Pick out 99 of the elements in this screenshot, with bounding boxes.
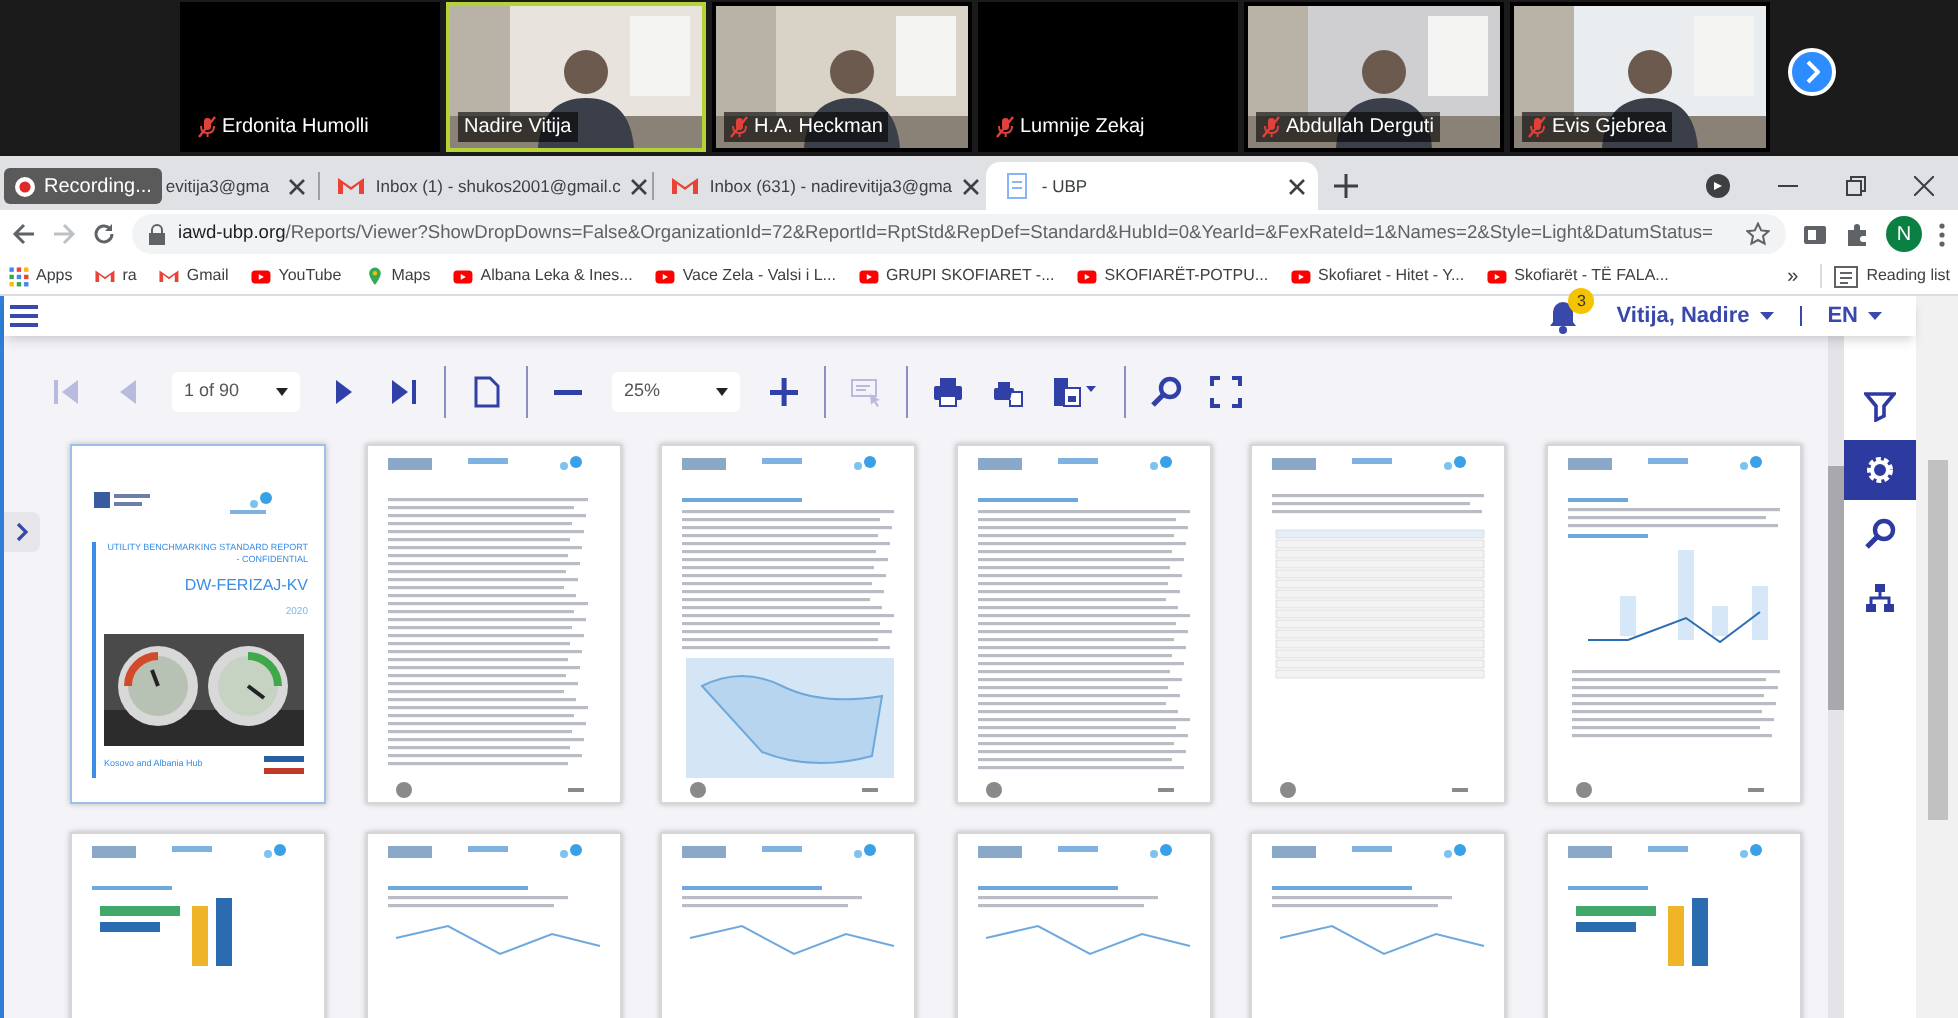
bookmark[interactable]: Vace Zela - Valsi i L... bbox=[654, 264, 836, 288]
play-icon bbox=[654, 265, 677, 287]
bookmark[interactable]: SKOFIARËT-POTPU... bbox=[1076, 264, 1269, 288]
mail-icon bbox=[669, 172, 700, 200]
bookmark[interactable]: Skofiaret - Hitet - Y... bbox=[1290, 264, 1465, 288]
expand-panel-button[interactable] bbox=[4, 512, 40, 552]
close-icon[interactable] bbox=[1287, 177, 1306, 195]
lock-icon bbox=[148, 223, 166, 245]
more-icon[interactable] bbox=[1938, 221, 1946, 247]
video-tile[interactable]: Evis Gjebrea bbox=[1510, 2, 1770, 152]
menu-icon[interactable] bbox=[10, 304, 38, 328]
list-icon bbox=[1834, 265, 1859, 287]
close-icon[interactable] bbox=[630, 177, 649, 195]
new-tab-icon[interactable] bbox=[1333, 174, 1358, 198]
maximize-icon[interactable] bbox=[1846, 176, 1866, 196]
back-icon[interactable] bbox=[12, 222, 36, 246]
video-tile[interactable]: H.A. Heckman bbox=[712, 2, 972, 152]
bookmark[interactable]: Skofiarët - TË FALA... bbox=[1486, 264, 1669, 288]
settings-tab[interactable] bbox=[1844, 440, 1916, 500]
settings-icon bbox=[1864, 454, 1896, 486]
first-page-icon bbox=[52, 376, 84, 408]
play-icon bbox=[1486, 265, 1509, 287]
minus-icon bbox=[552, 389, 584, 395]
tab-title: evitija3@gma bbox=[165, 173, 272, 199]
video-tile[interactable]: Lumnije Zekaj bbox=[978, 2, 1238, 152]
mail-icon bbox=[335, 172, 366, 200]
play-icon bbox=[452, 265, 475, 287]
scrollbar-thumb[interactable] bbox=[1927, 460, 1947, 820]
printer-page-icon bbox=[992, 376, 1024, 408]
grid-icon bbox=[8, 265, 30, 287]
bell-icon bbox=[1548, 300, 1579, 334]
filter-icon bbox=[1864, 390, 1896, 422]
bookmark[interactable]: YouTube bbox=[250, 264, 342, 288]
reload-icon[interactable] bbox=[92, 222, 116, 246]
page-icon bbox=[470, 376, 502, 408]
participant-name: Evis Gjebrea bbox=[1552, 114, 1667, 140]
scrollbar-thumb[interactable] bbox=[1828, 466, 1844, 710]
star-icon[interactable] bbox=[1746, 222, 1770, 246]
puzzle-icon[interactable] bbox=[1844, 221, 1870, 247]
tab-title: Inbox (631) - nadirevitija3@gma bbox=[709, 173, 952, 199]
bookmark[interactable]: GRUPI SKOFIARET -... bbox=[857, 264, 1055, 288]
bookmark[interactable]: Gmail bbox=[158, 264, 229, 288]
bookmark[interactable]: Maps bbox=[363, 264, 431, 288]
cursor-select-icon bbox=[850, 376, 882, 408]
participant-name: Lumnije Zekaj bbox=[1020, 114, 1145, 140]
profile-avatar[interactable]: N bbox=[1886, 216, 1922, 252]
play-icon bbox=[1076, 265, 1099, 287]
search-icon bbox=[1150, 376, 1182, 408]
mail-icon bbox=[158, 265, 181, 287]
close-icon[interactable] bbox=[1914, 176, 1934, 196]
participant-name: H.A. Heckman bbox=[754, 114, 883, 140]
caret-icon bbox=[1759, 312, 1774, 320]
printer-icon bbox=[932, 376, 964, 408]
video-tile[interactable]: Nadire Vitija bbox=[446, 2, 706, 152]
play-icon bbox=[857, 265, 880, 287]
hierarchy-icon bbox=[1864, 582, 1896, 614]
map-pin-icon bbox=[363, 265, 386, 287]
play-icon bbox=[1290, 265, 1313, 287]
user-menu[interactable]: Vitija, Nadire bbox=[1616, 299, 1774, 333]
participant-name: Nadire Vitija bbox=[464, 114, 572, 140]
browser-tab[interactable]: - UBP bbox=[985, 162, 1318, 210]
next-page-button[interactable] bbox=[1788, 48, 1836, 96]
extension-icon[interactable] bbox=[1802, 221, 1828, 247]
video-tile[interactable]: Abdullah Derguti bbox=[1244, 2, 1504, 152]
more-bookmarks-button[interactable]: » bbox=[1787, 261, 1799, 291]
search-icon bbox=[1864, 518, 1896, 550]
bookmark[interactable]: Apps bbox=[8, 264, 73, 288]
participant-name: Abdullah Derguti bbox=[1286, 114, 1434, 140]
page-number-dropdown[interactable]: 1 of 90 bbox=[172, 372, 300, 412]
language-menu[interactable]: EN bbox=[1827, 299, 1910, 333]
recording-label: Recording... bbox=[44, 173, 152, 201]
zoom-dropdown[interactable]: 25% bbox=[612, 372, 740, 412]
media-control-icon[interactable] bbox=[1706, 174, 1730, 198]
export-icon bbox=[1052, 376, 1100, 408]
bookmark[interactable]: Albana Leka & Ines... bbox=[452, 264, 633, 288]
bookmark[interactable]: ra bbox=[94, 264, 137, 288]
logo-icon bbox=[260, 753, 308, 777]
chevron-right-icon bbox=[15, 522, 29, 542]
url-text: iawd-ubp.org/Reports/Viewer?ShowDropDowns=False&OrganizationId=72&ReportId=RptStd&RepDef=Standard&HubId=0&YearId=&FexRateId=1&Names=2&Style=Light&DatumStatus= bbox=[178, 220, 1715, 247]
tab-title: - UBP bbox=[1041, 173, 1090, 199]
chevron-right-icon bbox=[1804, 60, 1820, 84]
reading-list-button[interactable]: Reading list bbox=[1820, 264, 1950, 288]
close-icon[interactable] bbox=[287, 177, 306, 195]
last-page-icon bbox=[388, 376, 420, 408]
fullscreen-icon bbox=[1210, 376, 1242, 408]
caret-icon bbox=[1868, 312, 1882, 320]
tab-title: Inbox (1) - shukos2001@gmail.c bbox=[375, 173, 621, 199]
caret-icon bbox=[276, 388, 288, 396]
participant-name: Erdonita Humolli bbox=[222, 114, 369, 140]
caret-icon bbox=[716, 388, 728, 396]
video-tile[interactable]: Erdonita Humolli bbox=[180, 2, 440, 152]
plus-icon bbox=[768, 376, 800, 408]
address-bar[interactable]: iawd-ubp.org/Reports/Viewer?ShowDropDowns=False&OrganizationId=72&ReportId=RptStd&RepDef=Standard&HubId=0&YearId=&FexRateId=1&Names=2&Style=Light&DatumStatus= bbox=[132, 214, 1786, 254]
play-icon bbox=[250, 265, 273, 287]
record-icon bbox=[14, 175, 36, 197]
mail-icon bbox=[94, 265, 117, 287]
utility-name: DW-FERIZAJ-KV bbox=[184, 574, 308, 598]
page-icon bbox=[1001, 172, 1032, 200]
close-icon[interactable] bbox=[962, 177, 980, 195]
